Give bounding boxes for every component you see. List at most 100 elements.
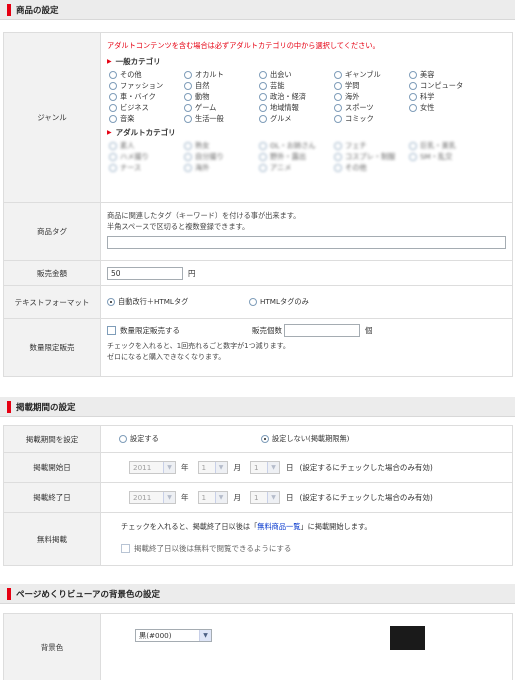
radio-checked-icon[interactable] [107, 298, 115, 306]
genre-adult-option[interactable]: コスプレ・制服 [334, 152, 409, 162]
radio-icon[interactable] [119, 435, 127, 443]
end-month-select[interactable]: 1 ▼ [197, 491, 228, 504]
end-day-select[interactable]: 1 ▼ [250, 491, 280, 504]
radio-icon[interactable] [334, 164, 342, 172]
genre-general-option[interactable]: 出会い [259, 70, 334, 80]
genre-general-option[interactable]: 車・バイク [109, 92, 184, 102]
genre-general-option[interactable]: オカルト [184, 70, 259, 80]
radio-icon[interactable] [334, 71, 342, 79]
radio-icon[interactable] [184, 153, 192, 161]
genre-adult-option[interactable]: フェチ [334, 141, 409, 151]
radio-icon[interactable] [109, 153, 117, 161]
genre-adult-option[interactable]: 海外 [184, 163, 259, 173]
format-auto-option[interactable]: 自動改行＋HTMLタグ [107, 297, 249, 307]
radio-icon[interactable] [259, 153, 267, 161]
genre-general-option[interactable]: ゲーム [184, 103, 259, 113]
genre-general-option[interactable]: 海外 [334, 92, 409, 102]
period-unset-option[interactable]: 設定しない(掲載期限無) [261, 434, 349, 444]
radio-icon[interactable] [259, 104, 267, 112]
genre-adult-option[interactable]: 野外・露出 [259, 152, 334, 162]
genre-adult-option[interactable]: ナース [109, 163, 184, 173]
radio-icon[interactable] [184, 71, 192, 79]
start-day-select[interactable]: 1 ▼ [250, 461, 280, 474]
radio-icon[interactable] [259, 115, 267, 123]
price-input[interactable]: 50 [107, 266, 183, 280]
genre-adult-option[interactable]: アニメ [259, 163, 334, 173]
genre-general-option[interactable]: ビジネス [109, 103, 184, 113]
genre-general-option[interactable]: その他 [109, 70, 184, 80]
start-year-select[interactable]: 2011 ▼ [129, 461, 176, 474]
genre-general-option[interactable]: 動物 [184, 92, 259, 102]
period-set-option[interactable]: 設定する [119, 434, 261, 444]
radio-icon[interactable] [259, 93, 267, 101]
end-year-select[interactable]: 2011 ▼ [129, 491, 176, 504]
start-month-select[interactable]: 1 ▼ [197, 461, 228, 474]
genre-general-option[interactable]: スポーツ [334, 103, 409, 113]
genre-adult-option[interactable]: ハメ撮り [109, 152, 184, 162]
genre-adult-option[interactable]: 熟女 [184, 141, 259, 151]
radio-icon[interactable] [109, 71, 117, 79]
radio-icon[interactable] [184, 82, 192, 90]
genre-adult-option[interactable]: OL・お姉さん [259, 141, 334, 151]
radio-icon[interactable] [334, 82, 342, 90]
free-products-link[interactable]: 無料商品一覧 [257, 522, 300, 531]
radio-icon[interactable] [334, 153, 342, 161]
radio-icon[interactable] [409, 71, 417, 79]
genre-general-option[interactable]: グルメ [259, 114, 334, 124]
genre-general-label: 科学 [420, 92, 435, 101]
genre-general-option[interactable]: 女性 [409, 103, 484, 113]
radio-icon[interactable] [259, 142, 267, 150]
limited-sale-checkbox[interactable] [107, 325, 116, 335]
radio-icon[interactable] [409, 82, 417, 90]
radio-icon[interactable] [109, 93, 117, 101]
radio-icon[interactable] [109, 164, 117, 172]
genre-general-option[interactable]: ギャンブル [334, 70, 409, 80]
genre-general-option[interactable]: コンピュータ [409, 81, 484, 91]
genre-general-option[interactable]: 生活一般 [184, 114, 259, 124]
genre-general-option[interactable]: 自然 [184, 81, 259, 91]
genre-general-option[interactable]: 音楽 [109, 114, 184, 124]
genre-general-option[interactable]: 政治・経済 [259, 92, 334, 102]
genre-general-option[interactable]: 地域情報 [259, 103, 334, 113]
sale-count-label: 販売個数 [252, 325, 282, 335]
radio-icon[interactable] [109, 115, 117, 123]
radio-icon[interactable] [109, 104, 117, 112]
free-listing-checkbox[interactable] [121, 544, 130, 553]
radio-icon[interactable] [184, 142, 192, 150]
radio-icon[interactable] [259, 82, 267, 90]
radio-icon[interactable] [334, 115, 342, 123]
sale-count-input[interactable] [284, 323, 360, 337]
radio-icon[interactable] [184, 93, 192, 101]
genre-general-option[interactable]: コミック [334, 114, 409, 124]
genre-general-option[interactable]: 美容 [409, 70, 484, 80]
radio-icon[interactable] [109, 142, 117, 150]
radio-icon[interactable] [334, 93, 342, 101]
bg-color-select[interactable]: 黒(#000) ▼ [135, 629, 212, 642]
end-date-row: 掲載終了日 2011 ▼ 年 1 ▼ 月 1 ▼ 日 (設定するにチェックした場… [4, 483, 512, 513]
radio-icon[interactable] [409, 93, 417, 101]
radio-icon[interactable] [184, 104, 192, 112]
radio-icon[interactable] [409, 104, 417, 112]
genre-general-option[interactable]: 科学 [409, 92, 484, 102]
radio-icon[interactable] [334, 142, 342, 150]
genre-general-option[interactable]: 芸能 [259, 81, 334, 91]
genre-general-option[interactable]: ファッション [109, 81, 184, 91]
radio-icon[interactable] [249, 298, 257, 306]
radio-icon[interactable] [409, 153, 417, 161]
radio-icon[interactable] [259, 164, 267, 172]
genre-adult-option[interactable]: SM・乱交 [409, 152, 484, 162]
genre-adult-option[interactable]: 巨乳・美乳 [409, 141, 484, 151]
radio-icon[interactable] [334, 104, 342, 112]
genre-adult-option[interactable]: 自分撮り [184, 152, 259, 162]
genre-general-option[interactable]: 学問 [334, 81, 409, 91]
tag-input[interactable] [107, 236, 506, 249]
radio-icon[interactable] [184, 115, 192, 123]
radio-checked-icon[interactable] [261, 435, 269, 443]
radio-icon[interactable] [109, 82, 117, 90]
format-html-option[interactable]: HTMLタグのみ [249, 297, 309, 307]
genre-adult-option[interactable]: その他 [334, 163, 409, 173]
genre-adult-option[interactable]: 素人 [109, 141, 184, 151]
radio-icon[interactable] [184, 164, 192, 172]
radio-icon[interactable] [409, 142, 417, 150]
radio-icon[interactable] [259, 71, 267, 79]
